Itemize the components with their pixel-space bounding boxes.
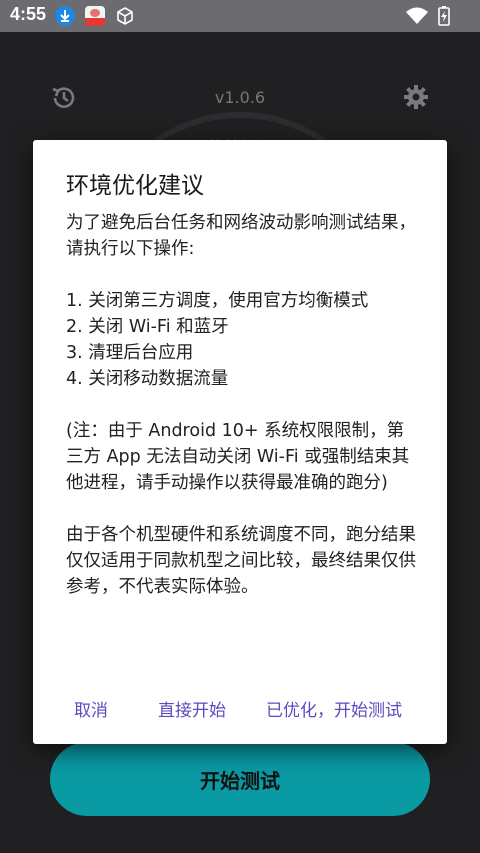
cube-icon [115,6,135,26]
screen: 4:55 v1.0.6 开始测试 环境优化建议 为了避免后台任务和网络波动影响测… [0,0,480,853]
dialog-step: 4. 关闭移动数据流量 [66,369,229,389]
system-icons [406,6,450,30]
dialog-note: (注：由于 Android 10+ 系统权限限制，第三方 App 无法自动关闭 … [66,421,410,493]
dialog-actions: 取消 直接开始 已优化，开始测试 [33,696,447,722]
dialog-step: 2. 关闭 Wi-Fi 和蓝牙 [66,317,229,337]
wifi-icon [406,7,428,29]
dialog-title: 环境优化建议 [66,173,204,199]
status-bar: 4:55 [0,0,480,32]
optimized-start-button[interactable]: 已优化，开始测试 [266,696,402,721]
download-icon [55,6,75,26]
environment-optimization-dialog: 环境优化建议 为了避免后台任务和网络波动影响测试结果，请执行以下操作: 1. 关… [33,140,447,744]
battery-charging-icon [438,6,450,30]
cancel-button[interactable]: 取消 [74,696,108,721]
dialog-steps: 1. 关闭第三方调度，使用官方均衡模式 2. 关闭 Wi-Fi 和蓝牙 3. 清… [66,288,421,392]
dialog-disclaimer: 由于各个机型硬件和系统调度不同，跑分结果仅仅适用于同款机型之间比较，最终结果仅供… [66,525,416,597]
status-time: 4:55 [10,4,47,24]
dialog-step: 1. 关闭第三方调度，使用官方均衡模式 [66,291,369,311]
dialog-intro: 为了避免后台任务和网络波动影响测试结果，请执行以下操作: [66,213,416,259]
app-notification-icon [85,6,105,26]
notification-icons [55,6,135,26]
dialog-step: 3. 清理后台应用 [66,343,194,363]
direct-start-button[interactable]: 直接开始 [158,696,226,721]
gear-icon[interactable] [402,83,430,111]
start-test-button[interactable]: 开始测试 [50,742,430,816]
dialog-message: 为了避免后台任务和网络波动影响测试结果，请执行以下操作: 1. 关闭第三方调度，… [66,210,421,600]
